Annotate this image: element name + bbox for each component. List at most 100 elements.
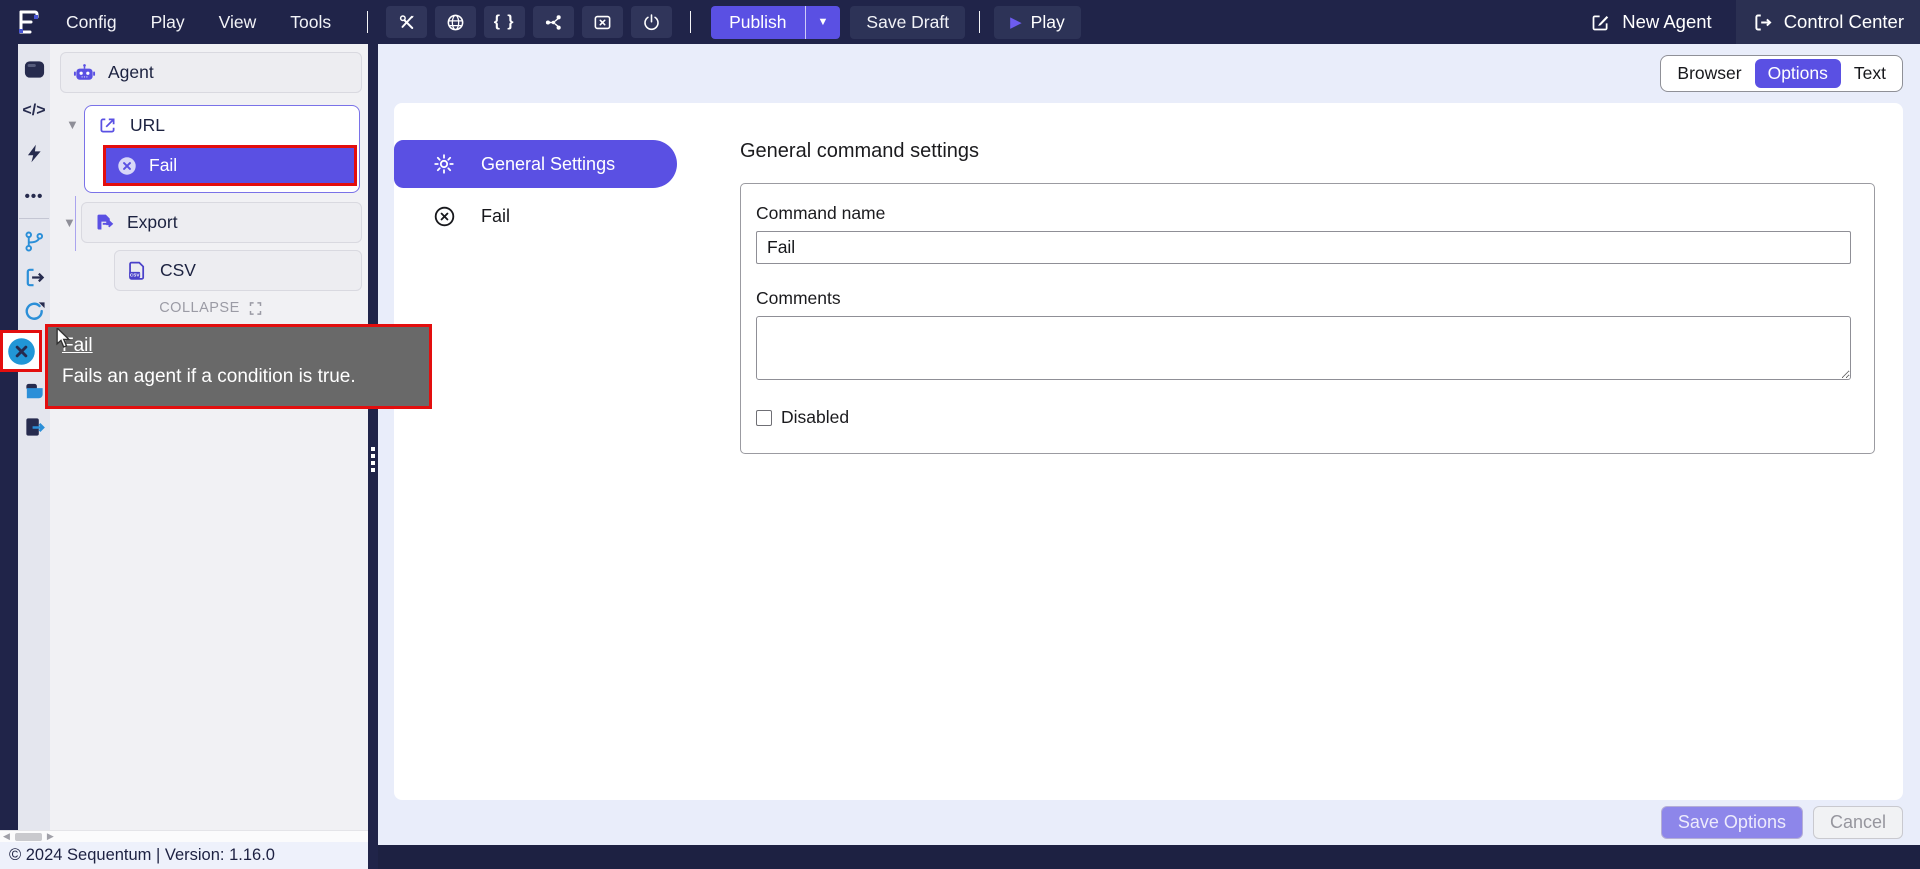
tree-item-agent[interactable]: Agent [60, 52, 362, 93]
tooltip-title: Fail [62, 335, 415, 357]
tree-item-fail-label: Fail [149, 155, 177, 176]
globe-icon[interactable] [435, 6, 476, 38]
left-main: </> ••• [0, 44, 368, 830]
disabled-label: Disabled [781, 407, 849, 428]
gear-icon [432, 152, 456, 176]
publish-button-group: Publish ▼ [711, 6, 840, 39]
settings-menu: General Settings Fail [394, 103, 677, 800]
comments-label: Comments [756, 288, 1851, 309]
topbar-right: New Agent Control Center [1584, 0, 1920, 44]
play-triangle-icon: ▶ [1010, 13, 1022, 31]
horizontal-scrollbar[interactable]: ◀ ▶ [0, 830, 368, 842]
edit-icon [1590, 12, 1611, 33]
separator [979, 11, 980, 33]
code-icon[interactable]: </> [20, 97, 48, 125]
save-draft-button[interactable]: Save Draft [850, 6, 965, 39]
refresh-icon[interactable] [20, 297, 48, 325]
fail-x-icon[interactable] [0, 330, 42, 372]
x-circle-icon [116, 155, 138, 177]
tab-text[interactable]: Text [1841, 59, 1899, 88]
tree-item-url[interactable]: URL [85, 106, 359, 144]
menu-bar: Config Play View Tools [66, 12, 331, 33]
agent-tree-panel: Agent ▼ URL Fail [50, 44, 368, 830]
menu-tools[interactable]: Tools [290, 12, 331, 33]
app-logo-icon[interactable] [12, 5, 46, 39]
browser-window-icon[interactable] [20, 55, 48, 83]
panel-resize-divider[interactable] [368, 44, 378, 869]
tab-options[interactable]: Options [1755, 59, 1841, 88]
fail-tooltip: Fail Fails an agent if a condition is tr… [45, 324, 432, 409]
save-options-button[interactable]: Save Options [1661, 806, 1803, 839]
collapse-label: COLLAPSE [159, 300, 240, 316]
publish-button[interactable]: Publish [711, 6, 805, 39]
chevron-down-icon[interactable]: ▼ [63, 215, 81, 230]
options-footer: Save Options Cancel [378, 800, 1920, 845]
more-icon[interactable]: ••• [20, 182, 48, 210]
tree-item-csv-label: CSV [160, 260, 196, 281]
sign-out-icon [1752, 12, 1773, 33]
control-center-button[interactable]: Control Center [1736, 0, 1920, 44]
tree-item-fail-selected[interactable]: Fail [103, 145, 357, 186]
cancel-button[interactable]: Cancel [1813, 806, 1903, 839]
braces-icon[interactable]: { } [484, 6, 525, 38]
disabled-checkbox[interactable] [756, 410, 772, 426]
robot-icon [73, 61, 96, 84]
csv-file-icon: CSV [127, 260, 148, 281]
main-content: Browser Options Text General Settings [378, 44, 1920, 845]
menu-config[interactable]: Config [66, 12, 117, 33]
view-switch-row: Browser Options Text [378, 44, 1920, 103]
tab-browser[interactable]: Browser [1664, 59, 1754, 88]
x-circle-icon [433, 205, 456, 228]
scrollbar-thumb[interactable] [15, 833, 42, 841]
flow-icon[interactable] [533, 6, 574, 38]
folder-close-icon[interactable] [582, 6, 623, 38]
collapse-button[interactable]: COLLAPSE [59, 300, 363, 316]
view-switch: Browser Options Text [1660, 55, 1903, 92]
url-group: URL Fail [84, 105, 360, 193]
play-button-label: Play [1031, 12, 1065, 33]
separator [690, 11, 691, 33]
publish-dropdown-caret-icon[interactable]: ▼ [806, 6, 841, 39]
menu-play[interactable]: Play [151, 12, 185, 33]
tree-connector-line [75, 196, 76, 251]
menu-item-fail[interactable]: Fail [394, 205, 677, 228]
comments-textarea[interactable] [756, 316, 1851, 380]
menu-item-general-settings[interactable]: General Settings [394, 140, 677, 188]
sign-out-icon[interactable] [20, 263, 48, 291]
tools-icon[interactable] [386, 6, 427, 38]
menu-view[interactable]: View [219, 12, 257, 33]
form-heading: General command settings [740, 140, 1875, 163]
scroll-left-icon[interactable]: ◀ [3, 832, 10, 841]
command-name-input[interactable] [756, 231, 1851, 264]
new-agent-button[interactable]: New Agent [1584, 10, 1717, 34]
chevron-down-icon[interactable]: ▼ [66, 117, 84, 132]
page-export-icon[interactable] [20, 413, 48, 441]
tree-item-export[interactable]: Export [81, 202, 362, 243]
branch-icon[interactable] [20, 227, 48, 255]
play-button[interactable]: ▶ Play [994, 6, 1081, 39]
options-panel: General Settings Fail General command se… [394, 103, 1903, 800]
scroll-right-icon[interactable]: ▶ [47, 832, 54, 841]
csv-branch: CSV CSV [114, 250, 362, 291]
main-area: Browser Options Text General Settings [378, 44, 1920, 869]
scroll-icon[interactable] [20, 377, 48, 405]
drag-handle-icon[interactable] [371, 447, 375, 472]
tree-item-csv[interactable]: CSV CSV [114, 250, 362, 291]
control-center-label: Control Center [1784, 11, 1904, 33]
left-column: </> ••• [0, 44, 368, 869]
tree-item-agent-label: Agent [108, 62, 154, 83]
svg-text:CSV: CSV [130, 273, 141, 279]
tooltip-description: Fails an agent if a condition is true. [62, 366, 415, 388]
external-link-icon [97, 115, 118, 136]
tree-item-export-label: Export [127, 212, 178, 233]
command-name-label: Command name [756, 203, 1851, 224]
tree-item-url-label: URL [130, 115, 165, 136]
export-branch: ▼ Export [63, 202, 363, 243]
version-text: © 2024 Sequentum | Version: 1.16.0 [9, 846, 275, 865]
power-icon[interactable] [631, 6, 672, 38]
collapse-icon [248, 301, 263, 316]
body-row: </> ••• [0, 44, 1920, 869]
bolt-icon[interactable] [20, 139, 48, 167]
menu-item-general-settings-label: General Settings [481, 154, 615, 175]
disabled-row: Disabled [756, 407, 1851, 428]
